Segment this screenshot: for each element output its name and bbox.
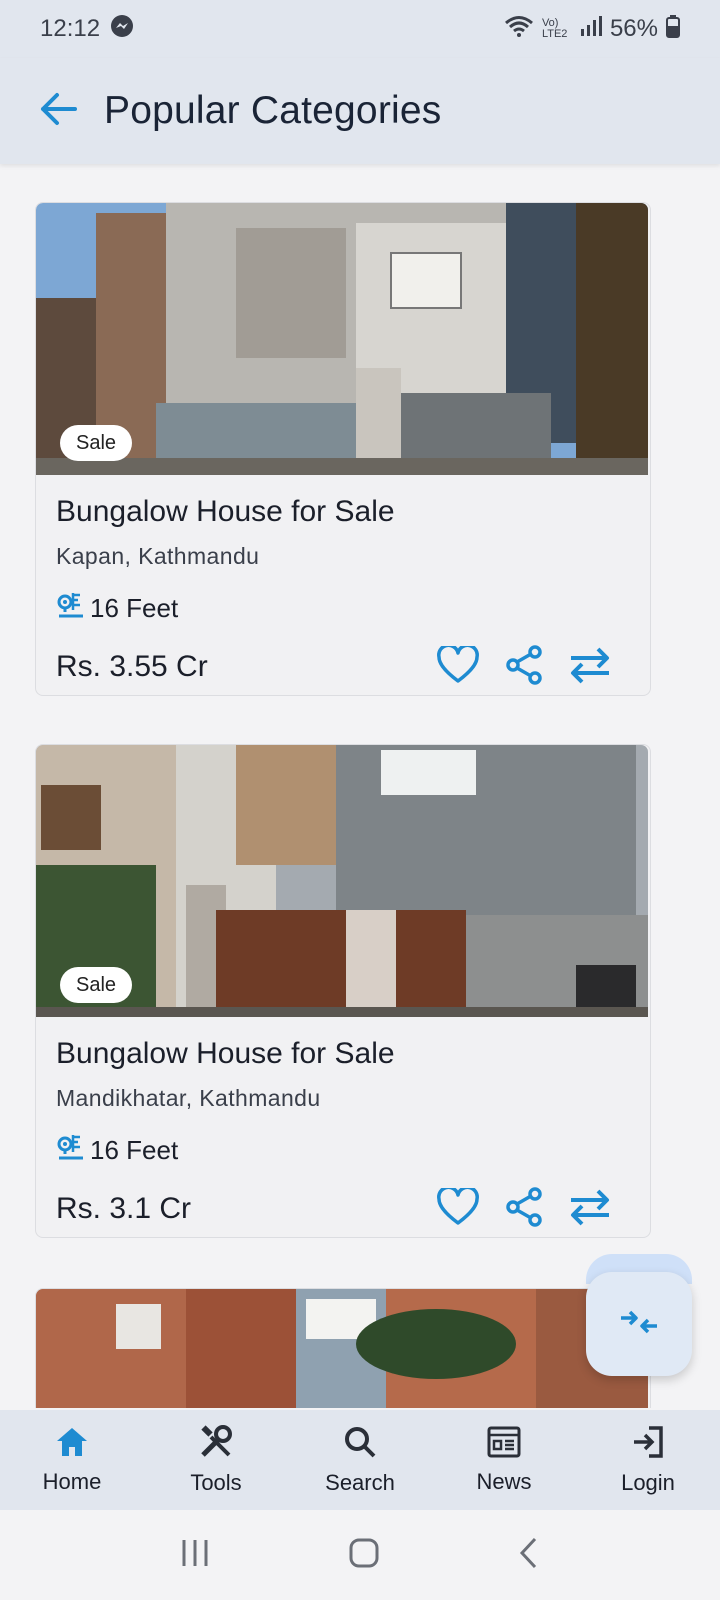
- favorite-button[interactable]: [436, 643, 480, 689]
- nav-news-label: News: [476, 1468, 532, 1494]
- bottom-navigation: Home Tools Search News Login: [0, 1410, 720, 1510]
- favorite-button[interactable]: [436, 1185, 480, 1231]
- heart-icon: [437, 643, 479, 689]
- compare-fab[interactable]: [586, 1272, 692, 1376]
- nav-search-label: Search: [325, 1469, 395, 1495]
- listing-type-badge: Sale: [60, 967, 133, 1003]
- wifi-icon: [504, 14, 534, 45]
- battery-percent: 56%: [609, 15, 658, 42]
- nav-tools[interactable]: Tools: [156, 1424, 276, 1496]
- status-right: Vo) LTE2 56%: [504, 14, 680, 45]
- news-icon: [487, 1426, 521, 1463]
- back-button[interactable]: [36, 89, 80, 133]
- card-actions: [436, 643, 630, 690]
- network-label: Vo) LTE2: [541, 17, 568, 40]
- property-photo[interactable]: Sale: [36, 745, 648, 1017]
- property-size-value: 16 Feet: [90, 1135, 179, 1165]
- share-icon: [505, 644, 543, 690]
- nav-home[interactable]: Home: [12, 1426, 132, 1495]
- share-button[interactable]: [502, 1186, 546, 1232]
- property-size: 16 Feet: [56, 1132, 630, 1169]
- property-location: Kapan, Kathmandu: [56, 543, 260, 569]
- nav-login-label: Login: [621, 1469, 675, 1495]
- search-icon: [343, 1425, 377, 1464]
- listing-type-badge: Sale: [60, 425, 133, 461]
- share-icon: [505, 1186, 543, 1232]
- property-price: Rs. 3.1 Cr: [56, 1192, 192, 1225]
- login-icon: [631, 1425, 665, 1464]
- status-bar: 12:12 Vo) LTE2 56%: [0, 0, 720, 58]
- messenger-icon: [110, 14, 134, 45]
- listing-scroll[interactable]: Sale Bungalow House for Sale Kapan, Kath…: [0, 164, 720, 1408]
- tools-icon: [199, 1424, 233, 1464]
- share-button[interactable]: [502, 644, 546, 690]
- nav-login[interactable]: Login: [588, 1425, 708, 1496]
- system-navigation-bar: [0, 1510, 720, 1600]
- property-location: Mandikhatar, Kathmandu: [56, 1085, 321, 1111]
- nav-tools-label: Tools: [190, 1469, 242, 1495]
- property-price: Rs. 3.55 Cr: [56, 650, 208, 683]
- home-icon: [55, 1426, 89, 1463]
- swap-arrows-icon: [568, 646, 612, 689]
- nav-search[interactable]: Search: [300, 1425, 420, 1496]
- status-left: 12:12: [40, 14, 134, 45]
- battery-icon: [666, 14, 680, 45]
- compare-button[interactable]: [568, 645, 612, 689]
- property-title[interactable]: Bungalow House for Sale: [56, 1037, 630, 1071]
- signal-icon: [580, 15, 602, 44]
- property-photo[interactable]: [36, 1289, 648, 1408]
- arrow-back-icon: [39, 92, 77, 131]
- property-size-value: 16 Feet: [90, 593, 179, 623]
- status-time: 12:12: [40, 15, 101, 42]
- page-title: Popular Categories: [104, 89, 442, 132]
- road-size-icon: [56, 1132, 86, 1169]
- app-bar: Popular Categories: [0, 58, 720, 164]
- property-card[interactable]: Sale Bungalow House for Sale Mandikhatar…: [35, 744, 651, 1238]
- property-card[interactable]: [35, 1288, 651, 1408]
- property-photo[interactable]: Sale: [36, 203, 648, 475]
- compare-button[interactable]: [568, 1187, 612, 1231]
- recent-apps-button[interactable]: [179, 1538, 211, 1573]
- property-size: 16 Feet: [56, 590, 630, 627]
- nav-news[interactable]: News: [444, 1426, 564, 1495]
- nav-home-label: Home: [42, 1468, 102, 1494]
- compress-arrows-icon: [619, 1307, 659, 1342]
- property-card[interactable]: Sale Bungalow House for Sale Kapan, Kath…: [35, 202, 651, 696]
- home-system-button[interactable]: [348, 1537, 380, 1574]
- property-title[interactable]: Bungalow House for Sale: [56, 495, 630, 529]
- road-size-icon: [56, 590, 86, 627]
- swap-arrows-icon: [568, 1188, 612, 1231]
- card-actions: [436, 1185, 630, 1232]
- heart-icon: [437, 1185, 479, 1231]
- back-system-button[interactable]: [517, 1536, 541, 1575]
